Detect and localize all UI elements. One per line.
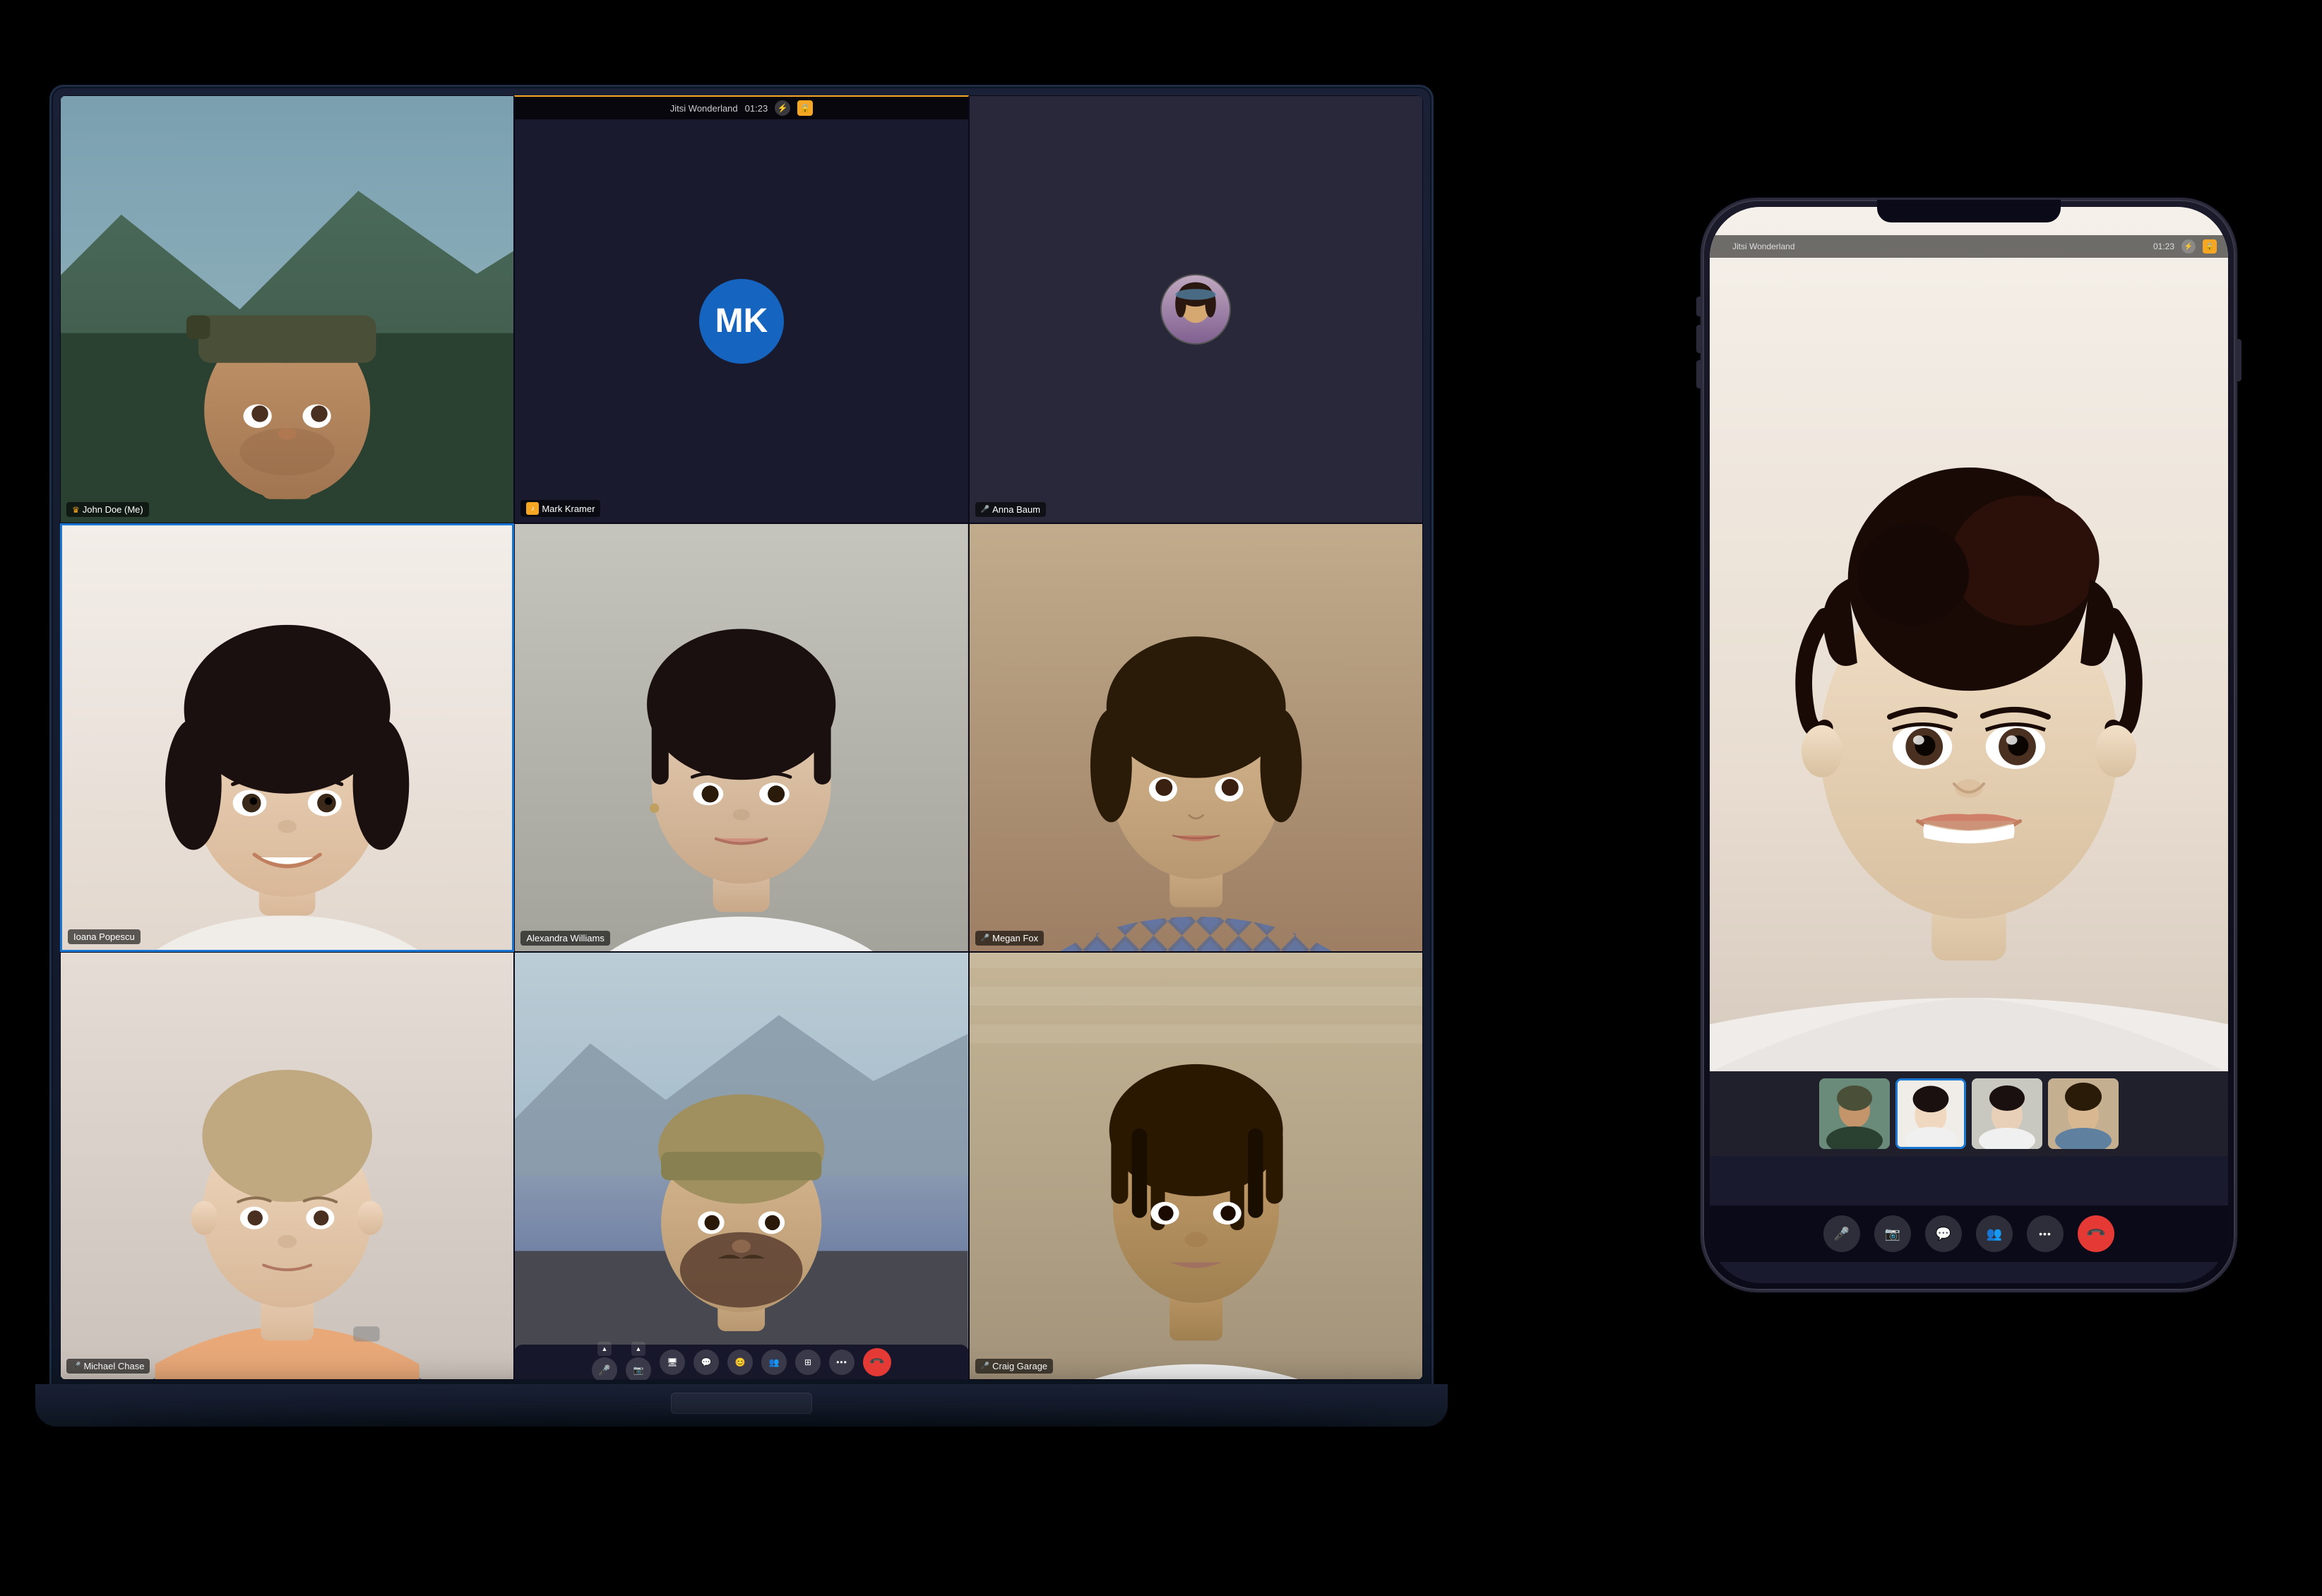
cell-john-doe[interactable]: ♛ John Doe (Me): [60, 95, 514, 523]
thumb-john-doe[interactable]: [1819, 1078, 1890, 1149]
more-button[interactable]: •••: [829, 1350, 855, 1375]
cell-michael-chase[interactable]: 🎤 Michael Chase: [60, 952, 514, 1380]
video-chevron[interactable]: ▲: [631, 1342, 645, 1356]
laptop-device: ♛ John Doe (Me) Jitsi Wonderland 01:23 ⚡…: [35, 85, 1448, 1427]
john-doe-badge: ♛ John Doe (Me): [66, 502, 149, 517]
participants-button[interactable]: 👥: [761, 1350, 787, 1375]
lock-icon[interactable]: 🔒: [797, 100, 813, 116]
phone-notch: [1877, 200, 2061, 222]
phone-thumbnail-strip: [1710, 1071, 2228, 1156]
crown-icon: ♛: [72, 505, 80, 515]
cell-megan-fox[interactable]: 🎤 Megan Fox: [969, 523, 1423, 951]
craig-garage-video: [970, 953, 1422, 1379]
megan-fox-name: Megan Fox: [992, 933, 1038, 943]
mic-chevron[interactable]: ▲: [597, 1342, 612, 1356]
craig-garage-name: Craig Garage: [992, 1361, 1047, 1371]
quality-icon[interactable]: ⚡: [775, 100, 790, 116]
thumb-ioana-img: [1898, 1080, 1964, 1147]
michael-chase-badge: 🎤 Michael Chase: [66, 1359, 150, 1374]
laptop-shadow: [106, 1419, 1377, 1441]
meeting-title: Jitsi Wonderland: [670, 103, 738, 114]
mark-kramer-name: Mark Kramer: [542, 504, 595, 514]
mk-avatar: MK: [699, 279, 784, 364]
phone-frame: Jitsi Wonderland 01:23 ⚡ 🔒: [1701, 198, 2237, 1292]
mark-kramer-badge: ♪ Mark Kramer: [520, 500, 600, 517]
thumb-megan-img: [2048, 1078, 2119, 1149]
cell-ioana-popescu[interactable]: Ioana Popescu: [60, 523, 514, 951]
craig-garage-badge: 🎤 Craig Garage: [975, 1359, 1054, 1374]
phone-participants-button[interactable]: 👥: [1976, 1215, 2013, 1252]
thumb-alexandra[interactable]: [1972, 1078, 2042, 1149]
phone-more-button[interactable]: •••: [2027, 1215, 2064, 1252]
phone-toolbar: 🎤 📷 💬 👥 ••• 📞: [1710, 1205, 2228, 1262]
alexandra-williams-video: [515, 524, 968, 951]
meeting-timer: 01:23: [745, 103, 768, 114]
michael-chase-video: [61, 953, 513, 1379]
thumb-alexandra-img: [1972, 1078, 2042, 1149]
phone-video-button[interactable]: 📷: [1874, 1215, 1911, 1252]
mic-off-icon-megan: 🎤: [981, 934, 989, 942]
volume-down-button: [1696, 360, 1701, 388]
speaker-icon: ♪: [526, 502, 539, 515]
phone-chat-button[interactable]: 💬: [1925, 1215, 1962, 1252]
grid-button[interactable]: ⊞: [795, 1350, 821, 1375]
alexandra-williams-badge: Alexandra Williams: [520, 931, 610, 946]
mic-off-icon: 🎤: [981, 506, 989, 513]
anna-baum-badge: 🎤 Anna Baum: [975, 502, 1046, 517]
john-doe-name: John Doe (Me): [83, 504, 143, 515]
anna-baum-video: [970, 96, 1422, 523]
end-call-button[interactable]: 📞: [857, 1342, 898, 1380]
phone-end-call-button[interactable]: 📞: [2070, 1208, 2122, 1260]
mark-kramer-content: MK: [515, 97, 968, 523]
mic-off-icon-michael: 🎤: [72, 1362, 81, 1370]
cell-anna-baum[interactable]: 🎤 Anna Baum: [969, 95, 1423, 523]
anna-baum-name: Anna Baum: [992, 504, 1040, 515]
phone-mic-button[interactable]: 🎤: [1823, 1215, 1860, 1252]
cell-craig-garage[interactable]: 🎤 Craig Garage: [969, 952, 1423, 1380]
phone-quality-icon[interactable]: ⚡: [2181, 239, 2196, 254]
cell-bearded-man[interactable]: [514, 952, 968, 1380]
phone-timer: 01:23: [2153, 242, 2174, 251]
meeting-toolbar: ▲ 🎤 ▲ 📷 🖥 💬 😊 👥 ⊞ ••• 📞: [514, 1345, 968, 1380]
chat-button[interactable]: 💬: [693, 1350, 719, 1375]
emoji-button[interactable]: 😊: [727, 1350, 753, 1375]
phone-screen: Jitsi Wonderland 01:23 ⚡ 🔒: [1710, 207, 2228, 1283]
phone-lock-icon[interactable]: 🔒: [2203, 239, 2217, 254]
alexandra-williams-name: Alexandra Williams: [526, 933, 605, 943]
laptop-screen: ♛ John Doe (Me) Jitsi Wonderland 01:23 ⚡…: [60, 95, 1423, 1380]
john-doe-video: [61, 96, 513, 523]
thumb-megan[interactable]: [2048, 1078, 2119, 1149]
ioana-popescu-name: Ioana Popescu: [73, 931, 135, 942]
michael-chase-name: Michael Chase: [83, 1361, 144, 1371]
ioana-popescu-badge: Ioana Popescu: [68, 929, 141, 944]
phone-device: Jitsi Wonderland 01:23 ⚡ 🔒: [1701, 198, 2237, 1292]
ioana-popescu-video: [62, 525, 512, 949]
meeting-top-bar: Jitsi Wonderland 01:23 ⚡ 🔒: [515, 97, 968, 119]
mic-button[interactable]: 🎤: [592, 1357, 617, 1380]
video-button[interactable]: 📷: [626, 1357, 651, 1380]
power-button: [2237, 339, 2241, 381]
video-section: ▲ 📷: [626, 1342, 651, 1380]
phone-top-bar: Jitsi Wonderland 01:23 ⚡ 🔒: [1710, 235, 2228, 258]
mute-switch: [1696, 297, 1701, 316]
volume-up-button: [1696, 325, 1701, 353]
laptop-trackpad: [671, 1393, 812, 1414]
bearded-man-video: [515, 953, 968, 1379]
megan-fox-badge: 🎤 Megan Fox: [975, 931, 1044, 946]
cell-alexandra-williams[interactable]: Alexandra Williams: [514, 523, 968, 951]
phone-main-video[interactable]: [1710, 207, 2228, 1156]
screen-share-button[interactable]: 🖥: [660, 1350, 685, 1375]
thumb-ioana[interactable]: [1895, 1078, 1966, 1149]
cell-mark-kramer[interactable]: Jitsi Wonderland 01:23 ⚡ 🔒 MK ♪ Mark Kra…: [514, 95, 968, 523]
laptop-screen-bezel: ♛ John Doe (Me) Jitsi Wonderland 01:23 ⚡…: [49, 85, 1434, 1388]
scene: ♛ John Doe (Me) Jitsi Wonderland 01:23 ⚡…: [0, 0, 2322, 1596]
mic-section: ▲ 🎤: [592, 1342, 617, 1380]
mic-off-icon-craig: 🎤: [981, 1362, 989, 1370]
megan-fox-video: [970, 524, 1422, 951]
phone-meeting-title: Jitsi Wonderland: [1732, 242, 1795, 251]
thumb-john-doe-img: [1819, 1078, 1890, 1149]
anna-circle-photo: [1160, 274, 1231, 345]
